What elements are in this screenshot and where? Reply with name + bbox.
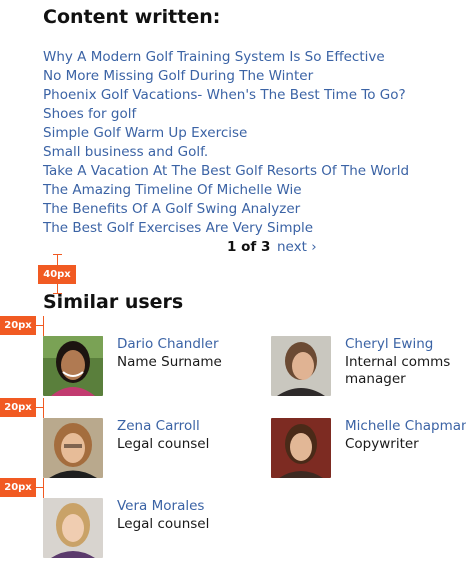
list-item: Why A Modern Golf Training System Is So … <box>43 48 409 67</box>
spacing-guide-tick <box>53 254 62 255</box>
article-link[interactable]: The Amazing Timeline Of Michelle Wie <box>43 182 302 198</box>
spacing-guide-line <box>43 398 44 418</box>
article-link[interactable]: No More Missing Golf During The Winter <box>43 68 313 84</box>
user-name-link[interactable]: Michelle Chapman <box>345 418 466 435</box>
list-item: The Best Golf Exercises Are Very Simple <box>43 219 409 238</box>
avatar[interactable] <box>43 418 103 478</box>
user-card: Vera Morales Legal counsel <box>43 498 253 558</box>
article-link[interactable]: Small business and Golf. <box>43 144 208 160</box>
list-item: No More Missing Golf During The Winter <box>43 67 409 86</box>
avatar[interactable] <box>43 336 103 396</box>
avatar[interactable] <box>43 498 103 558</box>
article-link[interactable]: Simple Golf Warm Up Exercise <box>43 125 247 141</box>
list-item: Take A Vacation At The Best Golf Resorts… <box>43 162 409 181</box>
spacing-guide-tick <box>36 487 43 488</box>
spacing-annotation-badge: 20px <box>0 478 36 497</box>
article-link[interactable]: Phoenix Golf Vacations- When's The Best … <box>43 87 406 103</box>
avatar[interactable] <box>271 336 331 396</box>
user-card: Cheryl Ewing Internal comms manager <box>271 336 466 396</box>
list-item: Small business and Golf. <box>43 143 409 162</box>
user-card: Dario Chandler Name Surname <box>43 336 253 396</box>
next-page-link[interactable]: next › <box>277 238 317 256</box>
list-item: Simple Golf Warm Up Exercise <box>43 124 409 143</box>
list-item: The Benefits Of A Golf Swing Analyzer <box>43 200 409 219</box>
list-item: Phoenix Golf Vacations- When's The Best … <box>43 86 409 105</box>
user-card: Michelle Chapman Copywriter <box>271 418 466 478</box>
avatar[interactable] <box>271 418 331 478</box>
article-link[interactable]: Shoes for golf <box>43 106 136 122</box>
article-link[interactable]: The Benefits Of A Golf Swing Analyzer <box>43 201 300 217</box>
article-link[interactable]: The Best Golf Exercises Are Very Simple <box>43 220 313 236</box>
user-role: Copywriter <box>345 436 419 452</box>
spacing-annotation-badge: 20px <box>0 398 36 417</box>
spacing-guide-tick <box>36 407 43 408</box>
user-role: Name Surname <box>117 354 222 370</box>
spacing-annotation-badge: 20px <box>0 316 36 335</box>
article-link[interactable]: Take A Vacation At The Best Golf Resorts… <box>43 163 409 179</box>
pagination-status: 1 of 3 <box>227 239 271 255</box>
similar-users-heading: Similar users <box>43 291 184 313</box>
user-name-link[interactable]: Cheryl Ewing <box>345 336 433 353</box>
user-role: Legal counsel <box>117 516 210 532</box>
spacing-guide-tick <box>36 325 43 326</box>
list-item: Shoes for golf <box>43 105 409 124</box>
user-name-link[interactable]: Vera Morales <box>117 498 204 515</box>
article-link[interactable]: Why A Modern Golf Training System Is So … <box>43 49 385 65</box>
spacing-guide-line <box>43 478 44 498</box>
user-name-link[interactable]: Dario Chandler <box>117 336 219 353</box>
content-written-heading: Content written: <box>43 6 221 28</box>
list-item: The Amazing Timeline Of Michelle Wie <box>43 181 409 200</box>
user-role: Internal comms manager <box>345 354 451 387</box>
spacing-annotation-badge: 40px <box>38 265 76 284</box>
user-role: Legal counsel <box>117 436 210 452</box>
article-list: Why A Modern Golf Training System Is So … <box>43 48 409 238</box>
user-card: Zena Carroll Legal counsel <box>43 418 253 478</box>
user-name-link[interactable]: Zena Carroll <box>117 418 200 435</box>
spacing-guide-line <box>43 316 44 336</box>
